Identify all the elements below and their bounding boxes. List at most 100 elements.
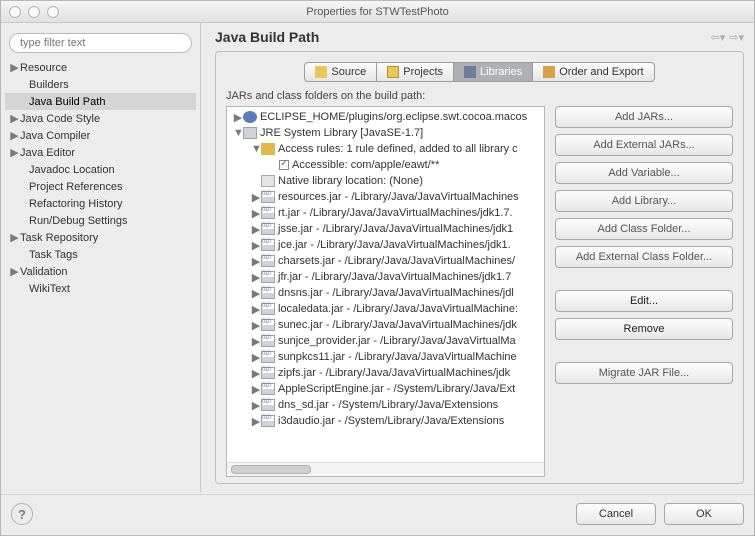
tree-row[interactable]: ▶ resources.jar - /Library/Java/JavaVirtu… [227,189,544,205]
tree-row[interactable]: Accessible: com/apple/eawt/** [227,157,544,173]
sidebar-item[interactable]: ▶Java Code Style [5,110,196,127]
tab-libraries[interactable]: Libraries [454,62,533,82]
expand-icon[interactable]: ▶ [9,265,20,278]
add-variable-button[interactable]: Add Variable... [555,162,733,184]
forward-icon[interactable]: ⇨▾ [729,31,744,44]
disclosure-icon[interactable]: ▶ [251,415,261,428]
sidebar-item[interactable]: Task Tags [5,246,196,263]
add-class-folder-button[interactable]: Add Class Folder... [555,218,733,240]
jar-icon [261,367,275,379]
tree-row[interactable]: ▼ JRE System Library [JavaSE-1.7] [227,125,544,141]
disclosure-icon[interactable]: ▶ [251,271,261,284]
tree-row-label: JRE System Library [JavaSE-1.7] [260,127,423,139]
add-external-class-folder-button[interactable]: Add External Class Folder... [555,246,733,268]
check-icon [279,160,289,170]
expand-icon[interactable]: ▶ [9,146,20,159]
disclosure-icon[interactable]: ▶ [251,223,261,236]
disclosure-icon[interactable]: ▶ [251,255,261,268]
tab-bar: Source ProjectsLibraries Order and Export [226,62,733,82]
sidebar-item[interactable]: ▶Java Editor [5,144,196,161]
disclosure-icon[interactable]: ▶ [251,383,261,396]
sidebar-item[interactable]: WikiText [5,280,196,297]
tab-order-and-export[interactable]: Order and Export [533,62,654,82]
jar-icon [261,351,275,363]
tree-row[interactable]: ▶dns_sd.jar - /System/Library/Java/Exten… [227,397,544,413]
sidebar-item-label: Builders [29,79,69,91]
disclosure-icon[interactable]: ▶ [233,111,243,124]
tree-row[interactable]: ▶AppleScriptEngine.jar - /System/Library… [227,381,544,397]
expand-icon[interactable]: ▶ [9,61,20,74]
cancel-button[interactable]: Cancel [576,503,656,525]
disclosure-icon[interactable]: ▶ [251,335,261,348]
sidebar-item[interactable]: Javadoc Location [5,161,196,178]
close-icon[interactable] [9,6,21,18]
filter-input[interactable] [9,33,192,53]
sidebar-item[interactable]: Java Build Path [5,93,196,110]
sidebar-item[interactable]: Refactoring History [5,195,196,212]
tree-row[interactable]: ▶sunec.jar - /Library/Java/JavaVirtualMa… [227,317,544,333]
category-tree[interactable]: ▶ResourceBuildersJava Build Path▶Java Co… [1,59,200,486]
tab-source[interactable]: Source [304,62,377,82]
scrollbar-thumb[interactable] [231,465,311,474]
add-library-button[interactable]: Add Library... [555,190,733,212]
horizontal-scrollbar[interactable] [227,462,544,476]
disclosure-icon[interactable]: ▶ [251,319,261,332]
tree-row[interactable]: Native library location: (None) [227,173,544,189]
tree-row[interactable]: ▶jsse.jar - /Library/Java/JavaVirtualMac… [227,221,544,237]
add-jars-button[interactable]: Add JARs... [555,106,733,128]
disclosure-icon[interactable]: ▶ [251,239,261,252]
sidebar-item-label: Java Editor [20,147,75,159]
tab-label: Source [331,66,366,78]
disclosure-icon[interactable]: ▶ [251,191,261,204]
expand-icon[interactable]: ▶ [9,231,20,244]
tree-row[interactable]: ▶sunjce_provider.jar - /Library/Java/Jav… [227,333,544,349]
tree-row[interactable]: ▶dnsns.jar - /Library/Java/JavaVirtualMa… [227,285,544,301]
tab-label: Order and Export [559,66,643,78]
sidebar-item[interactable]: Builders [5,76,196,93]
migrate-jar-button[interactable]: Migrate JAR File... [555,362,733,384]
tab-projects[interactable]: Projects [377,62,454,82]
sidebar-item[interactable]: ▶Validation [5,263,196,280]
disclosure-icon[interactable]: ▶ [251,287,261,300]
jar-icon [261,415,275,427]
disclosure-icon[interactable]: ▼ [251,143,261,155]
disclosure-icon[interactable]: ▶ [251,207,261,220]
tree-row[interactable]: ▶zipfs.jar - /Library/Java/JavaVirtualMa… [227,365,544,381]
tree-row[interactable]: ▶sunpkcs11.jar - /Library/Java/JavaVirtu… [227,349,544,365]
expand-icon[interactable]: ▶ [9,129,20,142]
tree-row-label: resources.jar - /Library/Java/JavaVirtua… [278,191,519,203]
back-icon[interactable]: ⇦▾ [711,31,726,44]
disclosure-icon[interactable]: ▶ [251,399,261,412]
add-external-jars-button[interactable]: Add External JARs... [555,134,733,156]
sidebar-item-label: Refactoring History [29,198,123,210]
edit-button[interactable]: Edit... [555,290,733,312]
tree-row[interactable]: ▶jfr.jar - /Library/Java/JavaVirtualMach… [227,269,544,285]
dialog-body: ▶ResourceBuildersJava Build Path▶Java Co… [1,23,754,492]
ok-button[interactable]: OK [664,503,744,525]
tree-row[interactable]: ▶rt.jar - /Library/Java/JavaVirtualMachi… [227,205,544,221]
disclosure-icon[interactable]: ▶ [251,367,261,380]
disclosure-icon[interactable]: ▼ [233,127,243,139]
tree-row[interactable]: ▶jce.jar - /Library/Java/JavaVirtualMach… [227,237,544,253]
zoom-icon[interactable] [47,6,59,18]
tree-row[interactable]: ▶i3daudio.jar - /System/Library/Java/Ext… [227,413,544,429]
minimize-icon[interactable] [28,6,40,18]
disclosure-icon[interactable]: ▶ [251,351,261,364]
sidebar-item-label: Java Compiler [20,130,90,142]
help-icon[interactable]: ? [11,503,33,525]
tree-row[interactable]: ▼Access rules: 1 rule defined, added to … [227,141,544,157]
expand-icon[interactable]: ▶ [9,112,20,125]
remove-button[interactable]: Remove [555,318,733,340]
sidebar-item[interactable]: Run/Debug Settings [5,212,196,229]
window-title: Properties for STWTestPhoto [1,6,754,18]
tree-row[interactable]: ▶localedata.jar - /Library/Java/JavaVirt… [227,301,544,317]
tree-row[interactable]: ▶charsets.jar - /Library/Java/JavaVirtua… [227,253,544,269]
sidebar-item[interactable]: Project References [5,178,196,195]
sidebar-item[interactable]: ▶Java Compiler [5,127,196,144]
disclosure-icon[interactable]: ▶ [251,303,261,316]
sidebar-item[interactable]: ▶Resource [5,59,196,76]
sidebar-item[interactable]: ▶Task Repository [5,229,196,246]
tree-row[interactable]: ▶ECLIPSE_HOME/plugins/org.eclipse.swt.co… [227,109,544,125]
filter-field[interactable] [9,33,192,53]
jar-tree[interactable]: ▶ECLIPSE_HOME/plugins/org.eclipse.swt.co… [227,107,544,462]
